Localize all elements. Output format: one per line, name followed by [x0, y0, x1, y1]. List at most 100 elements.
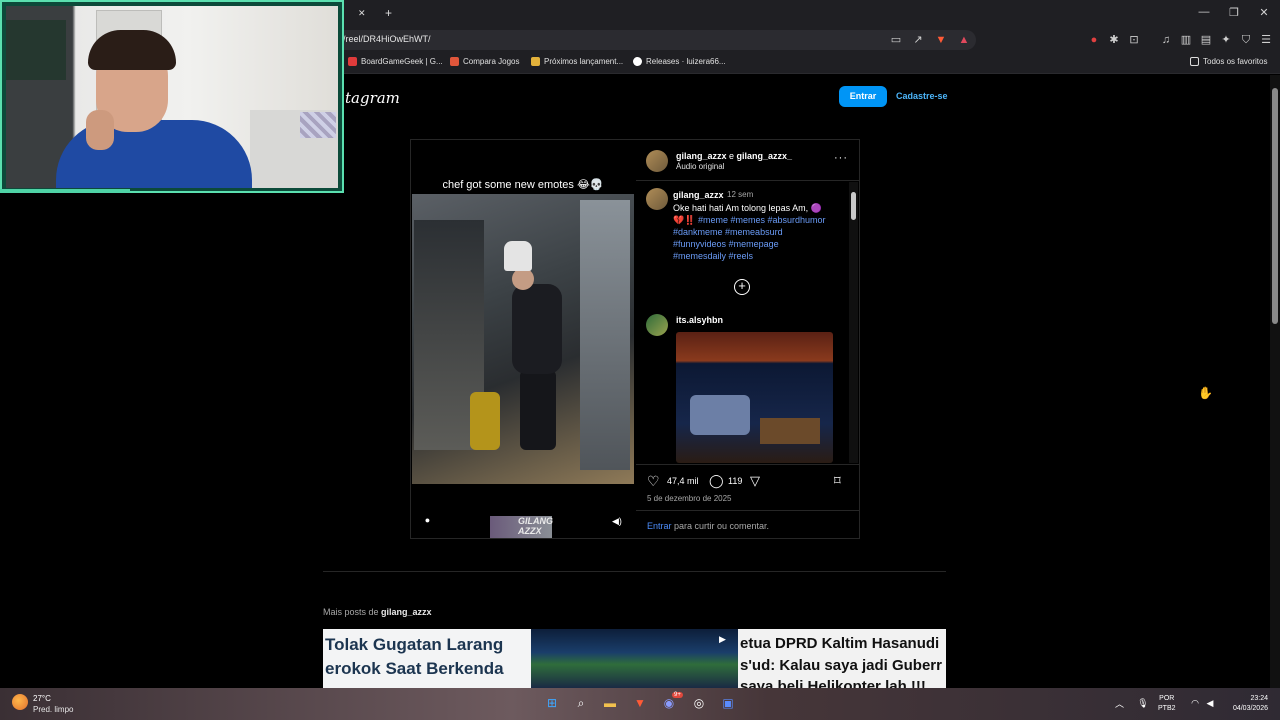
thumbnail-text: s'ud: Kalau saya jadi Guberr	[740, 657, 942, 674]
keyboard-layout: PTB2	[1158, 705, 1176, 712]
system-clock[interactable]: 23:24 04/03/2026	[1226, 694, 1268, 714]
hashtag-link[interactable]: #funnyvideos	[673, 239, 726, 249]
vpn-icon[interactable]: ⛉	[1239, 33, 1253, 47]
close-window-button[interactable]: ✕	[1257, 6, 1271, 19]
all-bookmarks[interactable]: Todos os favoritos	[1190, 57, 1267, 66]
webcam-background	[300, 112, 336, 138]
start-icon[interactable]: ⊞	[543, 694, 561, 712]
author-joiner: e	[726, 151, 737, 161]
like-icon[interactable]: ♡	[647, 473, 660, 490]
post-authors[interactable]: gilang_azzx e gilang_azzx_	[676, 151, 792, 161]
language-code: POR	[1159, 695, 1175, 702]
bookmark-label: BoardGameGeek | G...	[361, 57, 443, 66]
caption-avatar[interactable]	[646, 188, 668, 210]
audio-link[interactable]: Áudio original	[676, 162, 724, 171]
bookmark-item[interactable]: Próximos lançament...	[531, 57, 623, 66]
more-posts-user[interactable]: gilang_azzx	[381, 607, 432, 617]
file-explorer-icon[interactable]: ▬	[601, 694, 619, 712]
login-button[interactable]: Entrar	[839, 86, 887, 107]
bookmark-item[interactable]: Releases · luizera66...	[633, 57, 726, 66]
bookmark-item[interactable]: Compara Jogos	[450, 57, 519, 66]
hashtag-link[interactable]: #memepage	[729, 239, 779, 249]
app-icon[interactable]: ▣	[719, 694, 737, 712]
puzzle-icon[interactable]: ✱	[1107, 33, 1121, 47]
hashtag-link[interactable]: #reels	[729, 251, 754, 261]
caption-timestamp: 12 sem	[727, 190, 754, 199]
author-avatar[interactable]	[646, 150, 668, 172]
weather-condition[interactable]: Pred. limpo	[33, 705, 73, 714]
new-tab-button[interactable]: +	[385, 6, 392, 20]
tray-expand-icon[interactable]: ︿	[1115, 697, 1124, 710]
hashtag-link[interactable]: #dankmeme	[673, 227, 723, 237]
more-post-thumbnail[interactable]: Tolak Gugatan Larang erokok Saat Berkend…	[323, 629, 531, 688]
volume-icon[interactable]: ◀	[1201, 694, 1219, 712]
caption-text: Oke hati hati Am tolong lepas Am, 🟣 💔‼️ …	[673, 202, 843, 262]
video-watermark: GILANG AZZX	[490, 516, 553, 538]
comments-scrollbar[interactable]	[849, 182, 858, 463]
hashtag-link[interactable]: #memeabsurd	[725, 227, 783, 237]
author-link[interactable]: gilang_azzx	[676, 151, 727, 161]
weather-temperature[interactable]: 27°C	[33, 694, 51, 703]
notification-badge: 9+	[672, 692, 683, 698]
webcam-background	[6, 20, 66, 80]
minimize-button[interactable]: —	[1197, 6, 1211, 18]
screenshot-icon[interactable]: ⊡	[1127, 33, 1141, 47]
caption-username[interactable]: gilang_azzx	[673, 190, 724, 200]
hashtag-link[interactable]: #memesdaily	[673, 251, 726, 261]
cast-icon[interactable]: ▭	[889, 33, 903, 47]
like-count: 47,4 mil	[667, 476, 699, 486]
webcam-person	[88, 30, 176, 70]
commenter-avatar[interactable]	[646, 314, 668, 336]
comment-icon[interactable]: ◯	[709, 473, 724, 489]
tagged-user-icon[interactable]: ●	[422, 515, 433, 526]
brave-rewards-icon[interactable]: ▲	[957, 33, 971, 47]
page-scrollbar-thumb[interactable]	[1272, 88, 1278, 324]
bookmark-label: Próximos lançament...	[544, 57, 624, 66]
weather-icon[interactable]	[12, 694, 28, 710]
comment-count: 119	[728, 476, 743, 486]
section-divider	[323, 571, 946, 572]
instagram-logo[interactable]: tagram	[345, 89, 400, 107]
leo-ai-icon[interactable]: ✦	[1219, 33, 1233, 47]
extension-icon[interactable]: ●	[1087, 33, 1101, 47]
share-icon[interactable]: ▽	[750, 473, 760, 489]
obs-icon[interactable]: ◎	[690, 694, 708, 712]
brave-shields-icon[interactable]: ▼	[934, 33, 948, 47]
login-link[interactable]: Entrar	[647, 521, 672, 531]
share-icon[interactable]: ↗	[911, 33, 925, 47]
signup-button[interactable]: Cadastre-se	[896, 91, 948, 101]
brave-icon[interactable]: ▼	[631, 694, 649, 712]
sidebar-icon[interactable]: ▥	[1179, 33, 1193, 47]
bookmark-icon[interactable]: ⌑	[834, 473, 841, 489]
divider	[636, 510, 859, 511]
url-text[interactable]: /reel/DR4HiOwEhWT/	[343, 34, 431, 44]
more-post-thumbnail[interactable]	[531, 629, 738, 688]
language-indicator[interactable]: POR PTB2	[1158, 694, 1176, 714]
hashtag-link[interactable]: #meme	[698, 215, 728, 225]
commenter-username[interactable]: its.alsyhbn	[676, 315, 723, 325]
media-icon[interactable]: ♫	[1159, 33, 1173, 47]
search-icon[interactable]: ⌕	[572, 694, 590, 712]
hashtag-link[interactable]: #absurdhumor	[768, 215, 826, 225]
hashtag-link[interactable]: #memes	[730, 215, 765, 225]
post-date: 5 de dezembro de 2025	[647, 494, 732, 503]
more-post-thumbnail[interactable]: etua DPRD Kaltim Hasanudi s'ud: Kalau sa…	[738, 629, 946, 688]
load-more-comments-icon[interactable]: +	[734, 279, 750, 295]
menu-icon[interactable]: ☰	[1259, 33, 1273, 47]
bookmark-favicon-icon	[450, 57, 459, 66]
video-scene	[512, 284, 562, 374]
restore-button[interactable]: ❐	[1227, 6, 1241, 19]
all-bookmarks-label: Todos os favoritos	[1203, 57, 1268, 66]
coauthor-link[interactable]: gilang_azzx_	[737, 151, 793, 161]
bookmark-favicon-icon	[531, 57, 540, 66]
tab-close-icon[interactable]: ✕	[358, 8, 366, 19]
comment-image-detail	[760, 418, 820, 444]
microphone-icon[interactable]: 🎙	[1134, 694, 1152, 712]
divider	[636, 464, 859, 465]
more-options-icon[interactable]: ···	[834, 152, 848, 164]
comments-scrollbar-thumb[interactable]	[851, 192, 856, 220]
more-posts-prefix: Mais posts de	[323, 607, 379, 617]
mute-icon[interactable]: ◀)	[612, 516, 623, 527]
bookmark-item[interactable]: BoardGameGeek | G...	[348, 57, 443, 66]
wallet-icon[interactable]: ▤	[1199, 33, 1213, 47]
